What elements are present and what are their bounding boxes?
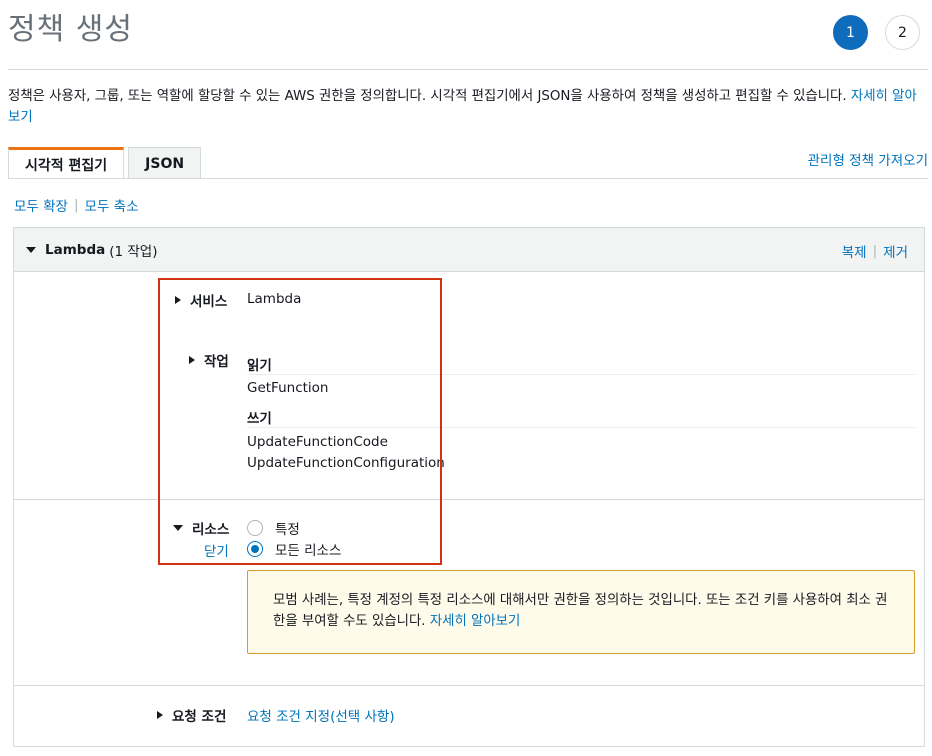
- import-managed-policy-link[interactable]: 관리형 정책 가져오기: [808, 149, 928, 169]
- remove-link[interactable]: 제거: [883, 241, 908, 261]
- caret-right-icon: [175, 296, 181, 304]
- group-title-write: 쓰기: [247, 411, 272, 427]
- group-divider: [247, 374, 915, 375]
- panel-actions: 복제 | 제거: [842, 241, 908, 261]
- panel-action-count: (1 작업): [109, 243, 158, 260]
- best-practice-info-box: 모범 사례는, 특정 계정의 특정 리소스에 대해서만 권한을 정의하는 것입니…: [247, 570, 915, 654]
- collapse-all-link[interactable]: 모두 축소: [85, 195, 139, 215]
- action-item: UpdateFunctionConfiguration: [247, 455, 445, 471]
- conditions-label: 요청 조건: [172, 709, 227, 725]
- tab-visual-editor[interactable]: 시각적 편집기: [8, 147, 125, 179]
- policy-description: 정책은 사용자, 그룹, 또는 역할에 할당할 수 있는 AWS 권한을 정의합…: [8, 86, 924, 128]
- service-row-toggle[interactable]: 서비스: [175, 290, 227, 310]
- service-label: 서비스: [190, 294, 228, 310]
- actions-label: 작업: [204, 354, 229, 370]
- tab-json[interactable]: JSON: [128, 147, 202, 179]
- caret-down-icon[interactable]: [26, 246, 36, 253]
- radio-label: 특정: [275, 522, 300, 538]
- separator: |: [872, 243, 878, 259]
- section-divider: [14, 685, 924, 686]
- info-learn-more-link[interactable]: 자세히 알아보기: [430, 614, 521, 629]
- resources-row-toggle[interactable]: 리소스: [173, 518, 229, 538]
- radio-label: 모든 리소스: [275, 543, 342, 559]
- radio-all-resources[interactable]: 모든 리소스: [247, 539, 341, 559]
- group-title-read: 읽기: [247, 358, 272, 374]
- action-item: GetFunction: [247, 380, 329, 396]
- radio-specific[interactable]: 특정: [247, 518, 300, 538]
- actions-row-toggle[interactable]: 작업: [189, 350, 229, 370]
- step-1-indicator: 1: [833, 15, 868, 50]
- wizard-steps: 1 2: [833, 15, 920, 50]
- specify-conditions-link[interactable]: 요청 조건 지정(선택 사항): [247, 705, 395, 725]
- panel-service-title: Lambda: [45, 241, 106, 258]
- close-resources-link[interactable]: 닫기: [204, 540, 229, 560]
- resources-label: 리소스: [192, 522, 230, 538]
- description-text: 정책은 사용자, 그룹, 또는 역할에 할당할 수 있는 AWS 권한을 정의합…: [8, 89, 847, 104]
- step-2-indicator: 2: [885, 15, 920, 50]
- tab-divider: [8, 178, 928, 179]
- info-text: 모범 사례는, 특정 계정의 특정 리소스에 대해서만 권한을 정의하는 것입니…: [273, 593, 888, 629]
- separator: |: [73, 197, 79, 213]
- expand-collapse-controls: 모두 확장 | 모두 축소: [14, 195, 139, 215]
- editor-tabs: 시각적 편집기 JSON: [8, 147, 202, 179]
- permission-panel: Lambda (1 작업) 복제 | 제거 서비스 Lambda 작업 읽기 G…: [13, 227, 925, 747]
- section-divider: [14, 499, 924, 500]
- panel-header[interactable]: Lambda (1 작업) 복제 | 제거: [14, 228, 924, 272]
- action-item: UpdateFunctionCode: [247, 434, 388, 450]
- caret-down-icon: [173, 525, 183, 531]
- duplicate-link[interactable]: 복제: [842, 241, 867, 261]
- caret-right-icon: [189, 356, 195, 364]
- radio-button[interactable]: [247, 541, 263, 557]
- page-title: 정책 생성: [8, 12, 133, 47]
- conditions-row-toggle[interactable]: 요청 조건: [157, 705, 226, 725]
- group-divider: [247, 427, 915, 428]
- caret-right-icon: [157, 711, 163, 719]
- expand-all-link[interactable]: 모두 확장: [14, 195, 68, 215]
- title-divider: [8, 69, 928, 70]
- radio-button[interactable]: [247, 520, 263, 536]
- service-value: Lambda: [247, 291, 302, 307]
